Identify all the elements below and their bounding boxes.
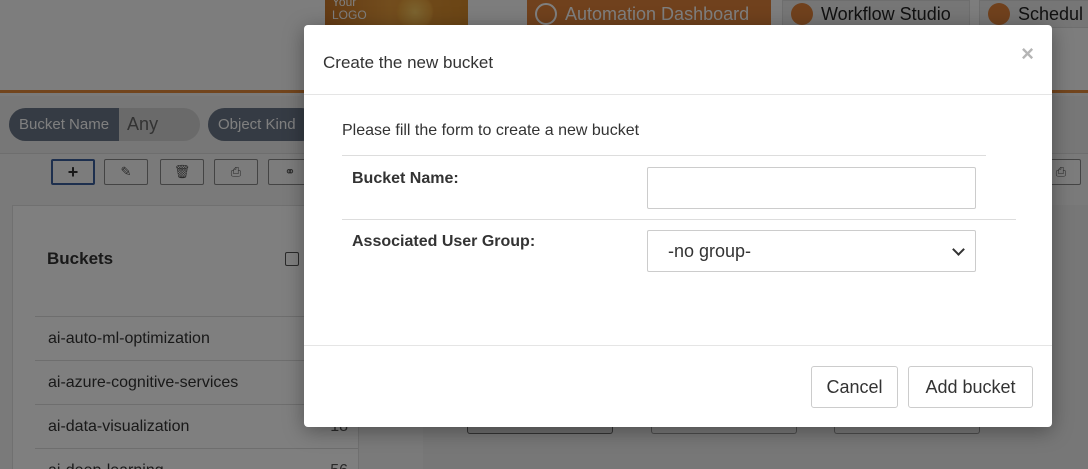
create-bucket-dialog: Create the new bucket × Please fill the … (304, 25, 1052, 427)
bucket-name-label: Bucket Name: (352, 170, 459, 187)
modal-title: Create the new bucket (323, 53, 494, 72)
cancel-button[interactable]: Cancel (811, 366, 898, 408)
divider (342, 155, 986, 156)
add-bucket-submit-button[interactable]: Add bucket (908, 366, 1033, 408)
chevron-down-icon (952, 242, 965, 256)
close-icon[interactable]: × (1021, 43, 1034, 65)
modal-footer: Cancel Add bucket (304, 345, 1052, 427)
form-intro: Please fill the form to create a new buc… (342, 122, 640, 139)
bucket-name-input[interactable] (647, 167, 976, 209)
user-group-select[interactable]: -no group- (647, 230, 976, 272)
divider (342, 219, 1016, 220)
modal-header: Create the new bucket × (304, 25, 1052, 95)
user-group-label: Associated User Group: (352, 233, 536, 250)
select-value: -no group- (668, 240, 752, 261)
